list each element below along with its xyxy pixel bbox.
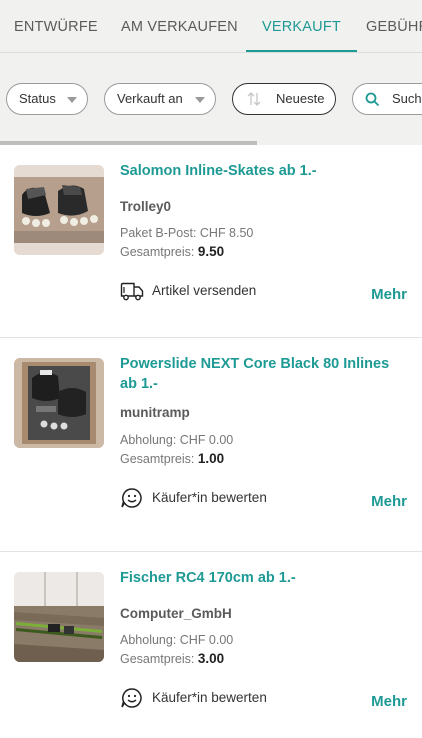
rate-buyer-button[interactable]: Käufer*in bewerten	[120, 487, 280, 509]
sold-on-filter-label: Verkauft an	[117, 91, 183, 106]
seller-name[interactable]: Computer_GmbH	[120, 606, 232, 621]
more-button[interactable]: Mehr	[371, 286, 407, 303]
item-thumbnail[interactable]	[14, 358, 104, 448]
sort-button[interactable]: Neueste	[232, 83, 336, 115]
rate-buyer-label: Käufer*in bewerten	[152, 490, 267, 505]
search-icon	[365, 92, 380, 107]
sort-icon	[247, 92, 261, 106]
total-price: Gesamtpreis: 3.00	[120, 651, 224, 666]
seller-name[interactable]: munitramp	[120, 405, 190, 420]
tab-bar: ENTWÜRFE AM VERKAUFEN VERKAUFT GEBÜHREN	[0, 0, 422, 53]
sold-items-list: Salomon Inline-Skates ab 1.- Trolley0 Pa…	[0, 145, 422, 738]
total-price-value: 3.00	[197, 651, 225, 666]
total-price: Gesamtpreis: 1.00	[120, 451, 224, 466]
total-price-label: Gesamtpreis:	[120, 652, 195, 666]
item-title[interactable]: Salomon Inline-Skates ab 1.-	[120, 161, 410, 181]
total-price-label: Gesamtpreis:	[120, 245, 195, 259]
smiley-icon	[121, 488, 142, 508]
smiley-icon	[121, 688, 142, 708]
status-filter-label: Status	[19, 91, 56, 106]
tab-sold[interactable]: VERKAUFT	[246, 0, 357, 52]
search-field[interactable]: Suchen	[352, 83, 422, 115]
seller-name[interactable]: Trolley0	[120, 199, 171, 214]
filter-bar: Status Verkauft an Neueste Suchen	[0, 53, 422, 145]
tab-drafts[interactable]: ENTWÜRFE	[14, 0, 98, 52]
list-item: Powerslide NEXT Core Black 80 Inlines ab…	[0, 338, 422, 552]
list-item: Fischer RC4 170cm ab 1.- Computer_GmbH A…	[0, 552, 422, 738]
rate-buyer-button[interactable]: Käufer*in bewerten	[120, 687, 280, 709]
tab-selling[interactable]: AM VERKAUFEN	[121, 0, 238, 52]
total-price-label: Gesamtpreis:	[120, 452, 195, 466]
item-thumbnail[interactable]	[14, 572, 104, 662]
search-placeholder: Suchen	[392, 91, 422, 106]
status-filter[interactable]: Status	[6, 83, 88, 115]
more-button[interactable]: Mehr	[371, 493, 407, 510]
inline-skates-box-photo	[14, 358, 104, 448]
total-price-value: 9.50	[197, 244, 225, 259]
item-thumbnail[interactable]	[14, 165, 104, 255]
ship-item-label: Artikel versenden	[152, 283, 257, 298]
tab-fees[interactable]: GEBÜHREN	[366, 0, 422, 52]
total-price: Gesamtpreis: 9.50	[120, 244, 224, 259]
truck-icon	[120, 282, 144, 301]
chevron-down-icon	[67, 97, 77, 103]
shipping-info: Abholung: CHF 0.00	[120, 433, 234, 447]
skates-photo	[14, 165, 104, 255]
sort-label: Neueste	[276, 91, 325, 106]
chevron-down-icon	[195, 97, 205, 103]
more-button[interactable]: Mehr	[371, 693, 407, 710]
skis-photo	[14, 572, 104, 662]
shipping-info: Abholung: CHF 0.00	[120, 633, 234, 647]
list-item: Salomon Inline-Skates ab 1.- Trolley0 Pa…	[0, 145, 422, 338]
shipping-info: Paket B-Post: CHF 8.50	[120, 226, 254, 240]
ship-item-button[interactable]: Artikel versenden	[120, 280, 280, 302]
sold-on-filter[interactable]: Verkauft an	[104, 83, 216, 115]
item-title[interactable]: Powerslide NEXT Core Black 80 Inlines ab…	[120, 354, 410, 394]
item-title[interactable]: Fischer RC4 170cm ab 1.-	[120, 568, 410, 588]
total-price-value: 1.00	[197, 451, 225, 466]
rate-buyer-label: Käufer*in bewerten	[152, 690, 267, 705]
